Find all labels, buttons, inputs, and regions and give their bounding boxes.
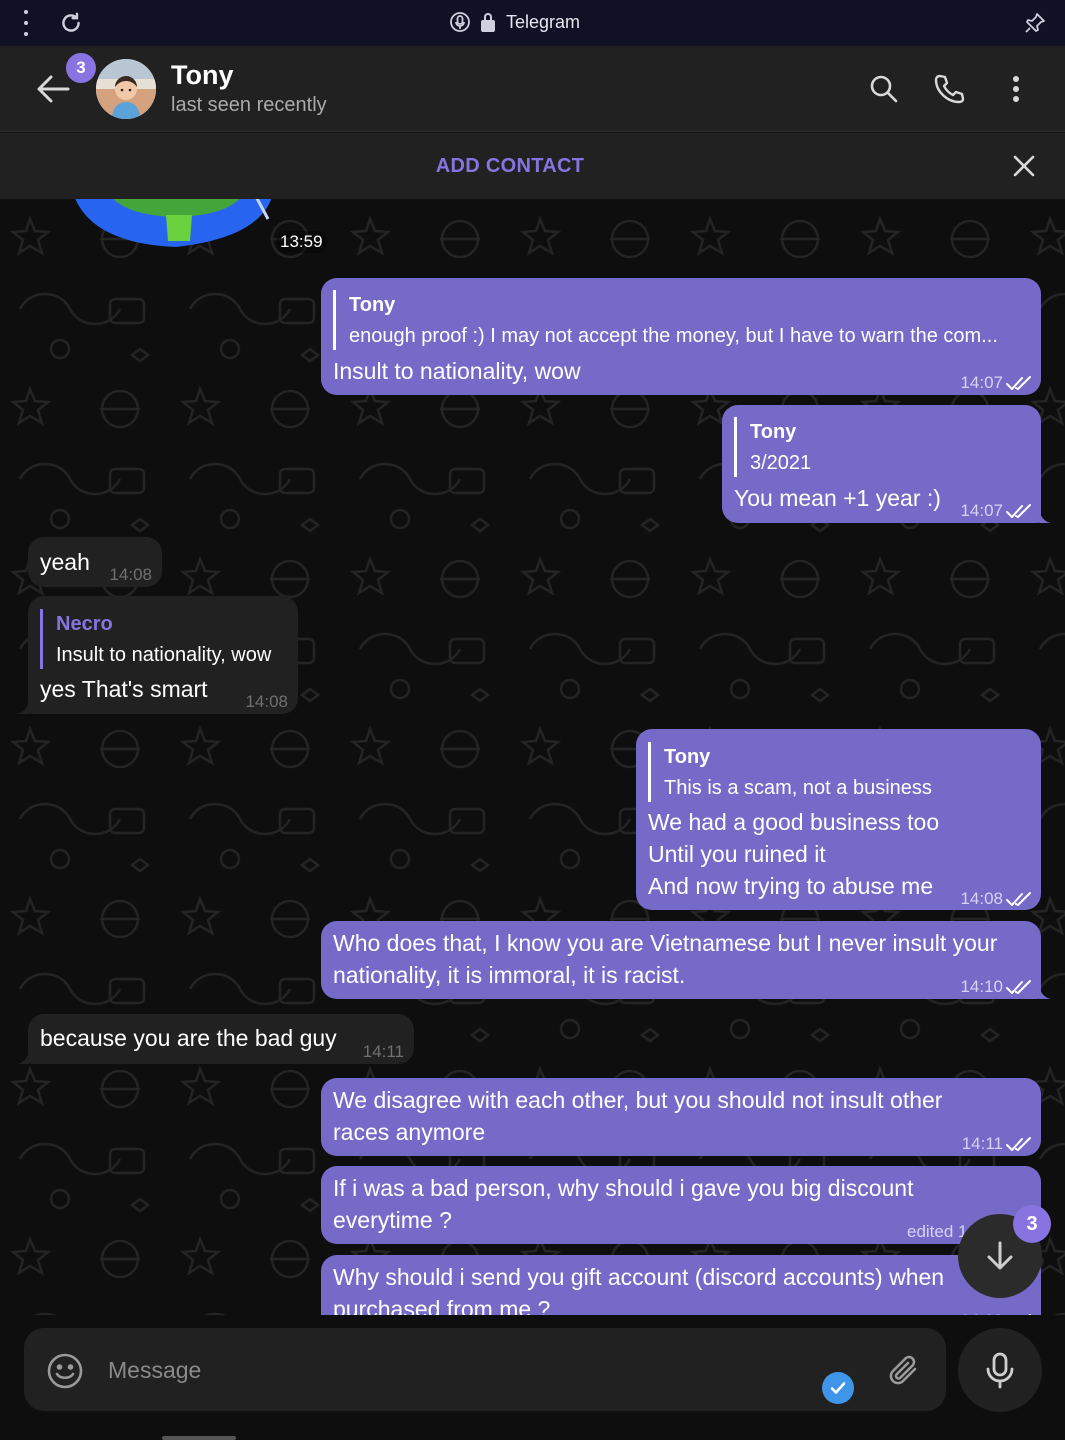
message-time: 14:11 <box>961 1134 1003 1153</box>
phone-icon[interactable] <box>933 73 965 105</box>
message-time: 14:12 <box>960 1305 1003 1315</box>
bubble-tail <box>17 700 29 714</box>
message-text-line: races anymore <box>333 1119 486 1145</box>
scroll-unread-badge: 3 <box>1013 1205 1051 1243</box>
lock-icon <box>481 13 495 32</box>
message-bubble-outgoing[interactable]: Tony This is a scam, not a business We h… <box>636 729 1041 910</box>
reply-author: Necro <box>56 613 113 635</box>
message-text-line: We disagree with each other, but you sho… <box>333 1087 943 1113</box>
reload-icon[interactable] <box>58 10 84 36</box>
reply-text: This is a scam, not a business <box>664 777 932 799</box>
message-bubble-outgoing[interactable]: Why should i send you gift account (disc… <box>321 1255 1041 1315</box>
contact-name[interactable]: Tony <box>171 60 234 91</box>
message-text: because you are the bad guy <box>40 1025 337 1051</box>
double-check-icon <box>1006 376 1031 390</box>
chat-area[interactable]: 13:59 Tony enough proof :) I may not acc… <box>0 199 1065 1315</box>
message-text: Insult to nationality, wow <box>333 358 581 384</box>
message-bubble-outgoing[interactable]: If i was a bad person, why should i gave… <box>321 1166 1041 1244</box>
emoji-icon[interactable] <box>46 1352 84 1390</box>
message-bubble-incoming[interactable]: because you are the bad guy 14:11 <box>28 1014 414 1064</box>
message-time: 14:08 <box>109 565 152 584</box>
message-meta: 14:07 <box>960 367 1033 399</box>
contact-status: last seen recently <box>171 94 327 116</box>
reply-preview[interactable]: Tony 3/2021 <box>734 417 1024 477</box>
message-edited-label: edited 1 <box>907 1222 968 1241</box>
message-time: 14:08 <box>960 889 1003 908</box>
message-bubble-outgoing[interactable]: Tony 3/2021 You mean +1 year :) 14:07 <box>722 405 1041 523</box>
more-icon[interactable] <box>1000 73 1032 105</box>
message-meta: 14:12 <box>960 1305 1033 1315</box>
sticker[interactable] <box>66 199 286 259</box>
bubble-tail <box>1039 509 1051 523</box>
message-input[interactable] <box>108 1346 808 1394</box>
double-check-icon <box>1006 1137 1031 1151</box>
reply-preview[interactable]: Necro Insult to nationality, wow <box>40 609 290 669</box>
avatar[interactable] <box>96 59 156 119</box>
message-bubble-incoming[interactable]: Necro Insult to nationality, wow yes Tha… <box>28 596 298 714</box>
message-time: 14:08 <box>245 692 288 711</box>
paperclip-icon[interactable] <box>888 1352 922 1390</box>
address-bar[interactable]: Telegram <box>450 11 580 33</box>
message-text: yes That's smart <box>40 676 208 702</box>
pin-icon[interactable] <box>1023 11 1047 35</box>
reply-author: Tony <box>750 421 797 443</box>
double-check-icon <box>1006 892 1031 906</box>
message-text-line: If i was a bad person, why should i gave… <box>333 1175 914 1201</box>
microphone-icon <box>986 1352 1014 1389</box>
reply-preview[interactable]: Tony enough proof :) I may not accept th… <box>333 290 1023 350</box>
add-contact-bar: ADD CONTACT <box>0 133 1065 199</box>
microphone-privacy-icon <box>450 12 470 32</box>
reply-preview[interactable]: Tony This is a scam, not a business <box>648 742 1028 802</box>
message-time: 14:07 <box>960 501 1003 520</box>
message-time: 14:07 <box>960 373 1003 392</box>
message-meta: 14:11 <box>962 1128 1033 1160</box>
message-text-line: Why should i send you gift account (disc… <box>333 1264 945 1290</box>
message-text-line: Until you ruined it <box>648 841 826 867</box>
message-composer <box>24 1328 946 1411</box>
sticker-time: 13:59 <box>276 231 327 253</box>
close-icon[interactable] <box>1011 153 1037 179</box>
message-bubble-outgoing[interactable]: Tony enough proof :) I may not accept th… <box>321 278 1041 395</box>
message-meta: 14:08 <box>960 883 1033 915</box>
message-time: 14:11 <box>362 1042 404 1061</box>
double-check-icon <box>1006 504 1031 518</box>
message-text-line: We had a good business too <box>648 809 940 835</box>
double-check-icon <box>1006 980 1031 994</box>
voice-record-button[interactable] <box>958 1328 1042 1412</box>
kebab-menu-icon[interactable] <box>20 10 32 36</box>
unread-badge: 3 <box>66 53 96 83</box>
add-contact-button[interactable]: ADD CONTACT <box>0 133 1020 199</box>
message-text-line: Who does that, I know you are Vietnamese… <box>333 930 998 956</box>
bubble-tail <box>17 1050 29 1064</box>
message-bubble-outgoing[interactable]: Who does that, I know you are Vietnamese… <box>321 921 1041 999</box>
chat-header: Tony last seen recently <box>0 46 1065 132</box>
message-bubble-outgoing[interactable]: We disagree with each other, but you sho… <box>321 1078 1041 1156</box>
message-text-line: everytime ? <box>333 1207 452 1233</box>
message-text-line: purchased from me ? <box>333 1296 551 1315</box>
reply-text: Insult to nationality, wow <box>56 644 272 666</box>
browser-bar: Telegram <box>0 0 1065 46</box>
home-indicator <box>162 1436 236 1440</box>
reply-author: Tony <box>664 746 711 768</box>
message-meta: 14:07 <box>960 495 1033 527</box>
reply-text: enough proof :) I may not accept the mon… <box>349 325 998 347</box>
message-text: You mean +1 year :) <box>734 485 941 511</box>
site-title: Telegram <box>506 11 581 32</box>
bubble-tail <box>1039 985 1051 999</box>
message-text: yeah <box>40 549 90 575</box>
message-time: 14:10 <box>960 977 1003 996</box>
message-text-line: And now trying to abuse me <box>648 873 934 899</box>
checkmark-icon <box>822 1372 854 1404</box>
message-bubble-incoming[interactable]: yeah 14:08 <box>28 537 162 587</box>
arrow-down-icon <box>987 1241 1013 1270</box>
reply-author: Tony <box>349 294 396 316</box>
message-meta: 14:10 <box>960 971 1033 1003</box>
back-arrow-icon[interactable] <box>34 72 72 106</box>
message-text-line: nationality, it is immoral, it is racist… <box>333 962 686 988</box>
search-icon[interactable] <box>868 73 900 105</box>
reply-text: 3/2021 <box>750 452 812 474</box>
